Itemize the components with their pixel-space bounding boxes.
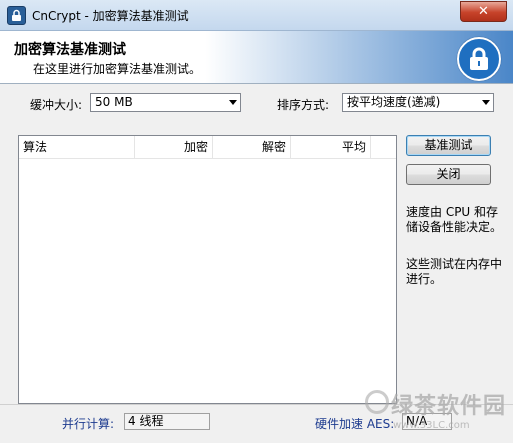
banner-subtitle: 在这里进行加密算法基准测试。 [33,62,202,76]
sort-by-label: 排序方式: [277,98,330,112]
window-close-button[interactable]: ✕ [460,1,507,22]
speed-note: 速度由 CPU 和存储设备性能决定。 [406,205,503,234]
app-lock-icon [7,6,26,25]
header-banner: 加密算法基准测试 在这里进行加密算法基准测试。 [0,31,513,84]
buffer-size-select[interactable]: 50 MB [90,93,241,112]
memory-note: 这些测试在内存中进行。 [406,257,503,286]
main-panel: 缓冲大小: 50 MB 排序方式: 按平均速度(递减) 算法 加密 解密 平均 … [0,84,513,404]
buffer-size-label: 缓冲大小: [30,98,83,112]
sort-by-select[interactable]: 按平均速度(递减) [342,93,494,112]
parallel-threads-field: 4 线程 [124,413,210,430]
watermark-name: 绿茶软件园 [391,394,507,419]
title-bar: CnCrypt - 加密算法基准测试 ✕ [0,0,513,31]
window-title: CnCrypt - 加密算法基准测试 [32,9,189,23]
watermark-url: www.33LC.com [393,420,470,431]
watermark-logo-icon [365,390,389,414]
table-header: 算法 加密 解密 平均 [19,136,396,159]
column-header-average[interactable]: 平均 [291,136,371,158]
chevron-down-icon [229,100,237,105]
column-header-encrypt[interactable]: 加密 [135,136,213,158]
banner-title: 加密算法基准测试 [14,42,126,58]
column-header-algorithm[interactable]: 算法 [19,136,135,158]
parallel-label: 并行计算: [62,417,115,431]
chevron-down-icon [482,100,490,105]
close-button[interactable]: 关闭 [406,164,491,185]
lock-icon [457,37,501,81]
buffer-size-value: 50 MB [95,95,133,109]
watermark: 绿茶软件园 www.33LC.com [365,386,510,438]
results-table[interactable]: 算法 加密 解密 平均 [18,135,397,404]
sort-by-value: 按平均速度(递减) [347,95,441,109]
benchmark-button[interactable]: 基准测试 [406,135,491,156]
column-header-decrypt[interactable]: 解密 [213,136,291,158]
